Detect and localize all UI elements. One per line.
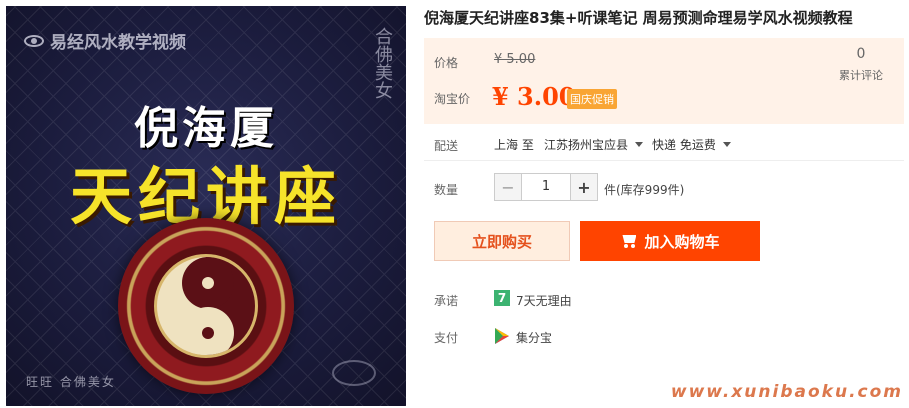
quantity-input[interactable]: 1 [522, 173, 570, 201]
image-caption: 易经风水教学视频 [24, 28, 186, 53]
shipping-destination-select[interactable]: 江苏扬州宝应县 [544, 136, 644, 153]
shipping-from: 上海 至 [494, 138, 534, 152]
promo-price-label: 淘宝价 [434, 92, 471, 106]
product-image[interactable]: 易经风水教学视频 合佛美女 倪海厦 天纪讲座 旺旺 合佛美女 [6, 6, 406, 406]
promo-price: ¥ 3.00 [492, 82, 576, 111]
stock-info: 件(库存999件) [604, 183, 685, 197]
promo-badge: 国庆促销 [567, 89, 617, 109]
chevron-down-icon [722, 142, 731, 147]
shipping-destination: 江苏扬州宝应县 [544, 138, 629, 152]
promise-label: 承诺 [434, 294, 459, 308]
original-price-label: 价格 [434, 56, 459, 70]
eye-icon [24, 34, 44, 47]
image-caption-text: 易经风水教学视频 [50, 33, 186, 53]
add-to-cart-button[interactable]: 加入购物车 [580, 221, 760, 261]
watermark: www.xunibaoku.com [670, 382, 903, 402]
chevron-down-icon [635, 142, 644, 147]
product-title: 倪海厦天纪讲座83集+听课笔记 周易预测命理易学风水视频教程 [424, 9, 853, 27]
increase-button[interactable]: + [570, 173, 598, 201]
price-panel: 价格 ¥ 5.00 淘宝价 ¥ 3.00 国庆促销 0 累计评论 [424, 38, 904, 124]
review-count[interactable]: 0 [836, 46, 886, 62]
image-footer: 旺旺 合佛美女 [26, 375, 116, 389]
buy-now-button[interactable]: 立即购买 [434, 221, 570, 261]
review-label[interactable]: 累计评论 [831, 67, 891, 83]
shipping-label: 配送 [434, 139, 459, 153]
cart-icon [620, 235, 637, 248]
shipping-method-select[interactable]: 快递 免运费 [652, 136, 731, 153]
divider [424, 160, 904, 161]
shipping-method: 快递 免运费 [652, 138, 716, 152]
decrease-button[interactable]: − [494, 173, 522, 201]
payment-label: 支付 [434, 331, 459, 345]
product-page: 易经风水教学视频 合佛美女 倪海厦 天纪讲座 旺旺 合佛美女 倪海厦天纪讲座83… [0, 0, 909, 408]
quantity-stepper: − 1 + [494, 173, 598, 201]
original-price: ¥ 5.00 [494, 52, 536, 67]
seven-day-return-icon: 7 [494, 290, 510, 306]
promise-text[interactable]: 7天无理由 [516, 292, 572, 309]
cloud-icon [332, 360, 376, 386]
jifenbao-icon [495, 328, 509, 344]
yinyang-icon [154, 254, 258, 358]
payment-text: 集分宝 [516, 331, 553, 345]
quantity-label: 数量 [434, 183, 459, 197]
add-to-cart-label: 加入购物车 [644, 232, 720, 251]
